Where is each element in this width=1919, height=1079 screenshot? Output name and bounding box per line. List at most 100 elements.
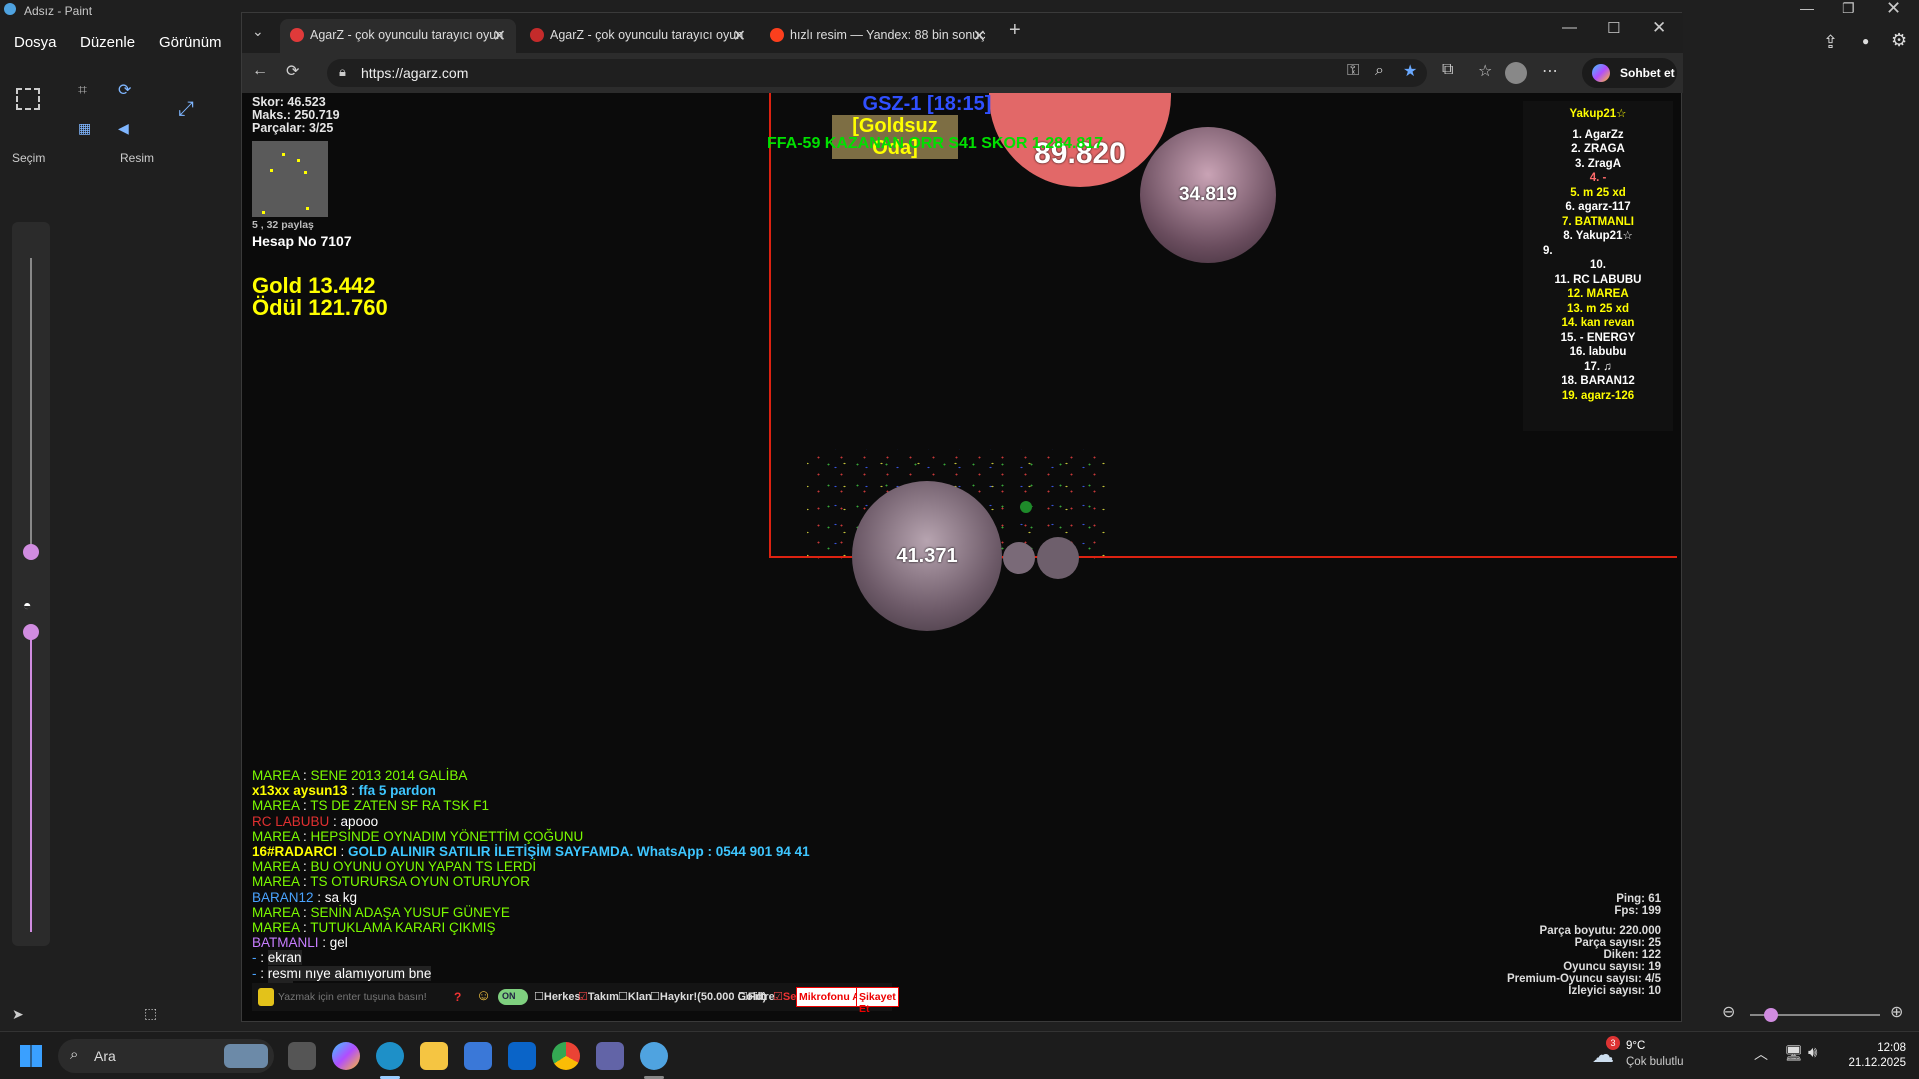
- favorites-list-icon[interactable]: ☆: [1478, 61, 1492, 81]
- paint-minimize-button[interactable]: —: [1800, 0, 1814, 16]
- checkbox-checked-icon: ☑: [773, 991, 783, 1003]
- extensions-icon[interactable]: ⧉: [1442, 61, 1453, 79]
- chat-sender[interactable]: MAREA: [252, 798, 299, 813]
- network-icon[interactable]: 🖥︎: [1784, 1044, 1803, 1062]
- crop-icon[interactable]: ⌗: [78, 82, 87, 100]
- chat-message: BARAN12 : sa kg: [252, 890, 810, 905]
- tab-agarz-1[interactable]: AgarZ - çok oyunculu tarayıcı oyun ✕: [280, 19, 516, 53]
- option-klan[interactable]: ☐Klan: [618, 990, 652, 1003]
- key-icon[interactable]: ⚿: [1347, 62, 1359, 80]
- chat-sender[interactable]: BARAN12: [252, 890, 314, 905]
- chat-sender[interactable]: MAREA: [252, 905, 299, 920]
- zoom-icon[interactable]: ⌕: [1375, 62, 1384, 80]
- copilot-paint-icon[interactable]: ●: [1862, 34, 1869, 48]
- tab-yandex[interactable]: hızlı resim — Yandex: 88 bin sonuç ✕: [760, 19, 996, 53]
- new-tab-plus-icon[interactable]: +: [1009, 19, 1021, 42]
- chat-text: GOLD ALINIR SATILIR İLETİŞİM SAYFAMDA. W…: [348, 844, 810, 860]
- more-menu-icon[interactable]: ⋯: [1542, 61, 1558, 81]
- window-minimize-button[interactable]: —: [1562, 19, 1577, 36]
- window-maximize-button[interactable]: ☐: [1607, 19, 1620, 37]
- chat-sender[interactable]: MAREA: [252, 768, 299, 783]
- image-effect-icon[interactable]: ▦: [78, 120, 91, 137]
- edge-icon[interactable]: [376, 1042, 404, 1070]
- chat-sender[interactable]: MAREA: [252, 874, 299, 889]
- weather-widget[interactable]: ☁ 3 9°C Çok bulutlu: [1592, 1036, 1702, 1074]
- server-name: GSZ-1 [18:15]: [862, 93, 992, 115]
- teams-icon[interactable]: [596, 1042, 624, 1070]
- close-tab-icon[interactable]: ✕: [973, 26, 986, 46]
- outlook-icon[interactable]: [508, 1042, 536, 1070]
- tab-list-chevron-icon[interactable]: ⌄: [252, 23, 264, 40]
- taskbar-search[interactable]: ⌕ Ara: [58, 1039, 274, 1073]
- chat-message: MAREA : SENİN ADAŞA YUSUF GÜNEYE: [252, 905, 810, 920]
- rotate-icon[interactable]: ⟳: [118, 80, 131, 100]
- option-filtre[interactable]: ☐Filtre: [738, 990, 775, 1003]
- close-tab-icon[interactable]: ✕: [733, 26, 746, 46]
- leaderboard-entry: 14. kan revan: [1561, 317, 1635, 329]
- window-close-button[interactable]: ✕: [1652, 18, 1666, 38]
- clock[interactable]: 12:08 21.12.2025: [1836, 1041, 1906, 1071]
- copilot-taskbar-icon[interactable]: [332, 1042, 360, 1070]
- brush-size-slider[interactable]: [23, 544, 39, 560]
- zoom-in-icon[interactable]: ⊕: [1890, 1002, 1903, 1022]
- small-split-cell: [1003, 542, 1035, 574]
- paint-taskbar-icon[interactable]: [640, 1042, 668, 1070]
- copilot-chat-label: Sohbet et: [1620, 66, 1675, 80]
- file-explorer-icon[interactable]: [420, 1042, 448, 1070]
- favorite-star-icon[interactable]: ★: [1403, 61, 1417, 81]
- chat-sender[interactable]: MAREA: [252, 859, 299, 874]
- menu-duzenle[interactable]: Düzenle: [80, 34, 135, 51]
- chat-separator: :: [299, 859, 311, 875]
- chat-sender[interactable]: RC LABUBU: [252, 814, 329, 829]
- chrome-icon[interactable]: [552, 1042, 580, 1070]
- refresh-icon[interactable]: ⟳: [286, 61, 299, 81]
- menu-dosya[interactable]: Dosya: [14, 34, 57, 51]
- resize-icon[interactable]: ⤢: [178, 98, 194, 121]
- chat-sender[interactable]: MAREA: [252, 829, 299, 844]
- chat-sender[interactable]: x13xx: [252, 783, 290, 798]
- help-button[interactable]: ?: [454, 990, 461, 1004]
- chat-sender[interactable]: MAREA: [252, 920, 299, 935]
- trash-icon[interactable]: [258, 988, 274, 1006]
- paint-restore-button[interactable]: ❐: [1842, 0, 1855, 17]
- toggle-switch[interactable]: ON: [498, 989, 528, 1005]
- announcement-text: FFA-59 KAZANAN ORR S41 SKOR 1.284.817: [767, 135, 1104, 152]
- parts-text: Parçalar: 3/25: [252, 121, 334, 135]
- selection-icon[interactable]: [16, 88, 40, 110]
- microsoft-store-icon[interactable]: [464, 1042, 492, 1070]
- zoom-out-icon[interactable]: ⊖: [1722, 1002, 1735, 1022]
- menu-gorunum[interactable]: Görünüm: [159, 34, 222, 51]
- option-herkes[interactable]: ☐Herkes: [534, 990, 581, 1003]
- task-view-icon[interactable]: [288, 1042, 316, 1070]
- volume-icon[interactable]: 🔊︎: [1808, 1044, 1817, 1061]
- close-tab-icon[interactable]: ✕: [493, 26, 506, 46]
- agarz-favicon-icon: [290, 28, 304, 42]
- profile-avatar[interactable]: [1505, 62, 1527, 84]
- game-canvas[interactable]: Skor: 46.523 Maks.: 250.719 Parçalar: 3/…: [247, 93, 1679, 1019]
- tab-agarz-2[interactable]: AgarZ - çok oyunculu tarayıcı oyun ✕: [520, 19, 756, 53]
- cursor-icon: ➤: [12, 1006, 24, 1022]
- leaderboard-entry: 16. labubu: [1569, 346, 1627, 358]
- back-arrow-icon[interactable]: ←: [252, 62, 268, 80]
- settings-gear-icon[interactable]: ⚙: [1891, 30, 1907, 51]
- lock-icon: 🔒︎: [339, 64, 346, 79]
- share-icon[interactable]: ⇪: [1823, 32, 1838, 53]
- chat-sender[interactable]: 16#RADARCI: [252, 844, 337, 859]
- copilot-chat-button[interactable]: Sohbet et: [1582, 58, 1677, 88]
- flip-icon[interactable]: ◀: [118, 120, 129, 137]
- report-button[interactable]: Şikayet Et: [856, 987, 899, 1015]
- zoom-slider[interactable]: [1764, 1008, 1778, 1022]
- address-bar[interactable]: 🔒︎ https://agarz.com: [327, 59, 1427, 87]
- paint-close-button[interactable]: ✕: [1886, 0, 1901, 19]
- chat-input[interactable]: [278, 987, 452, 1007]
- windows-start-icon[interactable]: [20, 1045, 42, 1067]
- chat-sender[interactable]: BATMANLI: [252, 935, 319, 950]
- minimap-dot: [304, 171, 307, 174]
- paint-app-icon: [4, 3, 16, 15]
- option-takim[interactable]: ☑Takım: [578, 990, 619, 1003]
- emoji-icon[interactable]: ☺: [476, 987, 491, 1004]
- leaderboard-entry: 15. - ENERGY: [1560, 331, 1636, 344]
- tray-chevron-icon[interactable]: ︿: [1754, 1044, 1768, 1064]
- server-stat-line: İzleyici sayısı: 10: [1568, 985, 1661, 997]
- opacity-slider[interactable]: [23, 624, 39, 640]
